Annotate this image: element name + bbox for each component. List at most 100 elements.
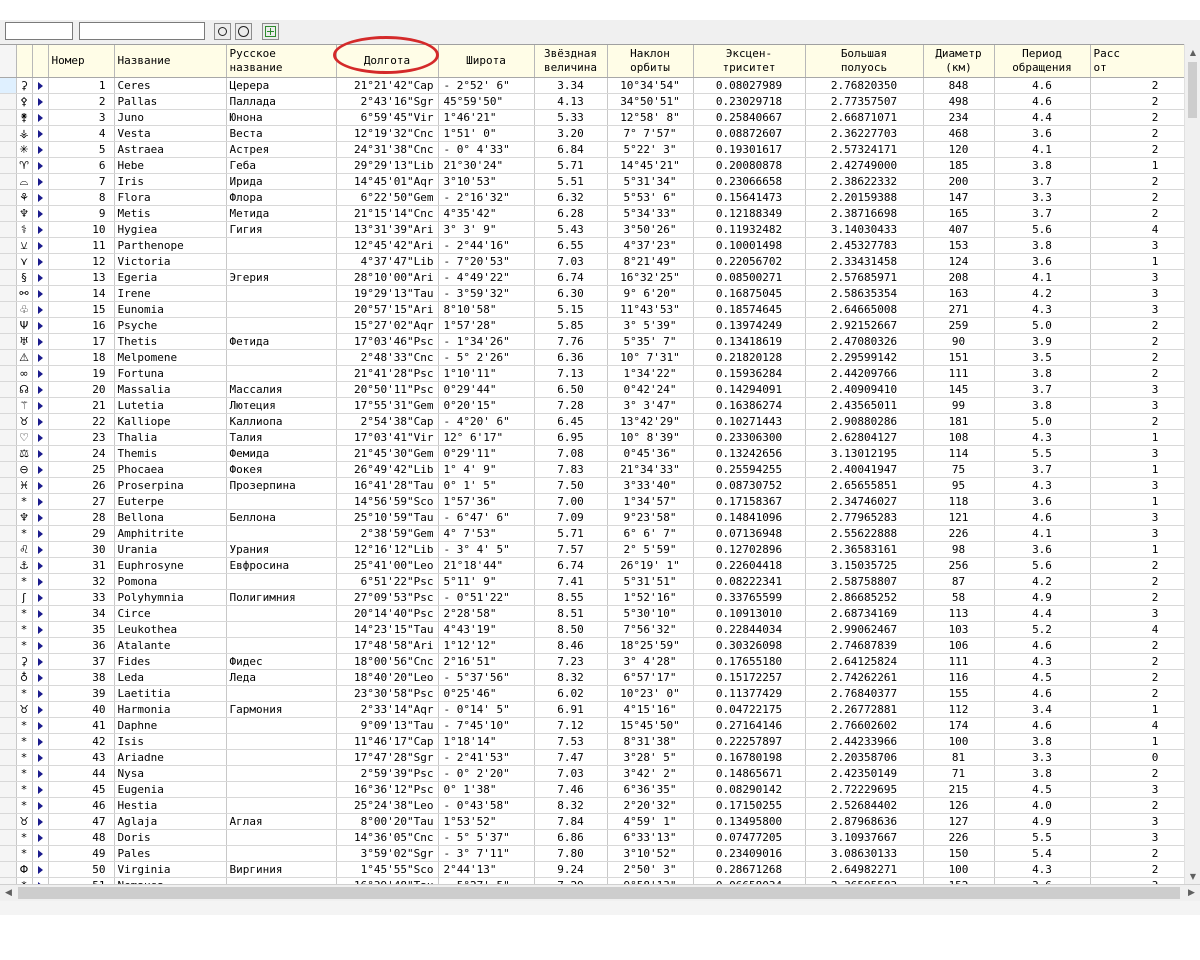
row-indicator[interactable] <box>0 157 17 174</box>
table-row[interactable]: ♉ 22 Kalliope Каллиопа 2°54'38"Cap - 4°20' 6"… <box>0 413 1200 430</box>
play-arrow-icon[interactable] <box>37 321 43 330</box>
play-arrow-icon[interactable] <box>37 417 43 426</box>
row-arrow-cell[interactable] <box>32 493 49 510</box>
row-indicator[interactable] <box>0 381 17 398</box>
row-indicator[interactable] <box>0 653 17 670</box>
vertical-scrollbar[interactable]: ▲ ▼ <box>1184 44 1200 884</box>
header-magnitude[interactable]: Звёздная величина <box>534 45 608 78</box>
row-arrow-cell[interactable] <box>32 77 49 94</box>
filter-input-1[interactable] <box>5 22 73 40</box>
row-indicator[interactable] <box>0 269 17 286</box>
scroll-right-icon[interactable]: ▶ <box>1183 885 1200 901</box>
play-arrow-icon[interactable] <box>37 609 43 618</box>
play-arrow-icon[interactable] <box>37 481 43 490</box>
header-period[interactable]: Период обращения <box>994 45 1091 78</box>
table-row[interactable]: ♉ 40 Harmonia Гармония 2°33'14"Aqr - 0°14' 5"… <box>0 701 1200 718</box>
play-arrow-icon[interactable] <box>37 129 43 138</box>
row-indicator[interactable] <box>0 701 17 718</box>
play-arrow-icon[interactable] <box>37 433 43 442</box>
row-arrow-cell[interactable] <box>32 685 49 702</box>
table-row[interactable]: ∞ 19 Fortuna 21°41'28"Psc 1°10'11" 7.13 1°34'2… <box>0 365 1200 382</box>
table-row[interactable]: ⚶ 4 Vesta Веста 12°19'32"Cnc 1°51' 0" 3.20 7° 7… <box>0 125 1200 142</box>
row-arrow-cell[interactable] <box>32 93 49 110</box>
row-indicator[interactable] <box>0 637 17 654</box>
play-arrow-icon[interactable] <box>37 209 43 218</box>
row-indicator[interactable] <box>0 429 17 446</box>
play-arrow-icon[interactable] <box>37 801 43 810</box>
row-arrow-cell[interactable] <box>32 125 49 142</box>
row-arrow-cell[interactable] <box>32 621 49 638</box>
row-arrow-cell[interactable] <box>32 589 49 606</box>
row-arrow-cell[interactable] <box>32 413 49 430</box>
row-indicator[interactable] <box>0 733 17 750</box>
row-arrow-cell[interactable] <box>32 477 49 494</box>
table-row[interactable]: ♆ 28 Bellona Беллона 25°10'59"Tau - 6°47' 6" 7… <box>0 509 1200 526</box>
row-indicator[interactable] <box>0 237 17 254</box>
play-arrow-icon[interactable] <box>37 305 43 314</box>
table-row[interactable]: ☊ 20 Massalia Массалия 20°50'11"Psc 0°29'44" 6… <box>0 381 1200 398</box>
row-indicator[interactable] <box>0 93 17 110</box>
table-row[interactable]: ⚺ 11 Parthenope 12°45'42"Ari - 2°44'16" 6.55 4… <box>0 237 1200 254</box>
play-arrow-icon[interactable] <box>37 113 43 122</box>
play-arrow-icon[interactable] <box>37 385 43 394</box>
row-arrow-cell[interactable] <box>32 221 49 238</box>
table-row[interactable]: * 34 Circe 20°14'40"Psc 2°28'58" 8.51 5°30'10"… <box>0 605 1200 622</box>
play-arrow-icon[interactable] <box>37 785 43 794</box>
table-row[interactable]: ♅ 17 Thetis Фетида 17°03'46"Psc - 1°34'26" 7.7… <box>0 333 1200 350</box>
header-latitude[interactable]: Широта <box>438 45 535 78</box>
row-arrow-cell[interactable] <box>32 637 49 654</box>
horizontal-scrollbar[interactable]: ◀ ▶ <box>0 884 1200 901</box>
scroll-up-icon[interactable]: ▲ <box>1185 44 1200 60</box>
table-row[interactable]: ⚖ 24 Themis Фемида 21°45'30"Gem 0°29'11" 7.08 0… <box>0 445 1200 462</box>
table-row[interactable]: * 29 Amphitrite 2°38'59"Gem 4° 7'53" 5.71 6° 6… <box>0 525 1200 542</box>
row-arrow-cell[interactable] <box>32 669 49 686</box>
header-inclination[interactable]: Наклон орбиты <box>607 45 694 78</box>
play-arrow-icon[interactable] <box>37 769 43 778</box>
row-arrow-cell[interactable] <box>32 781 49 798</box>
row-arrow-cell[interactable] <box>32 285 49 302</box>
row-arrow-cell[interactable] <box>32 157 49 174</box>
table-row[interactable]: ⚳ 37 Fides Фидес 18°00'56"Cnc 2°16'51" 7.23 3° … <box>0 653 1200 670</box>
play-arrow-icon[interactable] <box>37 161 43 170</box>
play-arrow-icon[interactable] <box>37 449 43 458</box>
play-arrow-icon[interactable] <box>37 97 43 106</box>
table-row[interactable]: § 13 Egeria Эгерия 28°10'00"Ari - 4°49'22" 6.7… <box>0 269 1200 286</box>
header-diameter[interactable]: Диаметр (км) <box>923 45 995 78</box>
play-arrow-icon[interactable] <box>37 145 43 154</box>
header-longitude[interactable]: Долгота <box>336 45 439 78</box>
play-arrow-icon[interactable] <box>37 81 43 90</box>
row-indicator[interactable] <box>0 77 17 94</box>
row-arrow-cell[interactable] <box>32 557 49 574</box>
table-row[interactable]: ⚘ 8 Flora Флора 6°22'50"Gem - 2°16'32" 6.32 5°5… <box>0 189 1200 206</box>
row-arrow-cell[interactable] <box>32 269 49 286</box>
play-arrow-icon[interactable] <box>37 193 43 202</box>
row-indicator[interactable] <box>0 669 17 686</box>
row-indicator[interactable] <box>0 205 17 222</box>
row-arrow-cell[interactable] <box>32 237 49 254</box>
row-arrow-cell[interactable] <box>32 829 49 846</box>
table-row[interactable]: * 46 Hestia 25°24'38"Leo - 0°43'58" 8.32 2°20'… <box>0 797 1200 814</box>
play-arrow-icon[interactable] <box>37 289 43 298</box>
table-row[interactable]: ⚵ 3 Juno Юнона 6°59'45"Vir 1°46'21" 5.33 12°58'… <box>0 109 1200 126</box>
play-arrow-icon[interactable] <box>37 177 43 186</box>
row-indicator[interactable] <box>0 557 17 574</box>
row-indicator[interactable] <box>0 845 17 862</box>
header-semi-major-axis[interactable]: Большая полуось <box>805 45 924 78</box>
row-arrow-cell[interactable] <box>32 317 49 334</box>
horizontal-scroll-thumb[interactable] <box>18 887 1180 899</box>
play-arrow-icon[interactable] <box>37 241 43 250</box>
row-indicator[interactable] <box>0 813 17 830</box>
row-indicator[interactable] <box>0 365 17 382</box>
row-indicator[interactable] <box>0 749 17 766</box>
table-row[interactable]: * 48 Doris 14°36'05"Cnc - 5° 5'37" 6.86 6°33'1… <box>0 829 1200 846</box>
row-indicator[interactable] <box>0 109 17 126</box>
table-row[interactable]: ♓ 26 Proserpina Прозерпина 16°41'28"Tau 0° 1'… <box>0 477 1200 494</box>
play-arrow-icon[interactable] <box>37 625 43 634</box>
row-arrow-cell[interactable] <box>32 733 49 750</box>
row-arrow-cell[interactable] <box>32 861 49 878</box>
table-row[interactable]: * 35 Leukothea 14°23'15"Tau 4°43'19" 8.50 7°56… <box>0 621 1200 638</box>
header-eccentricity[interactable]: Эксцен-триситет <box>693 45 806 78</box>
row-arrow-cell[interactable] <box>32 797 49 814</box>
row-arrow-cell[interactable] <box>32 813 49 830</box>
row-indicator[interactable] <box>0 525 17 542</box>
